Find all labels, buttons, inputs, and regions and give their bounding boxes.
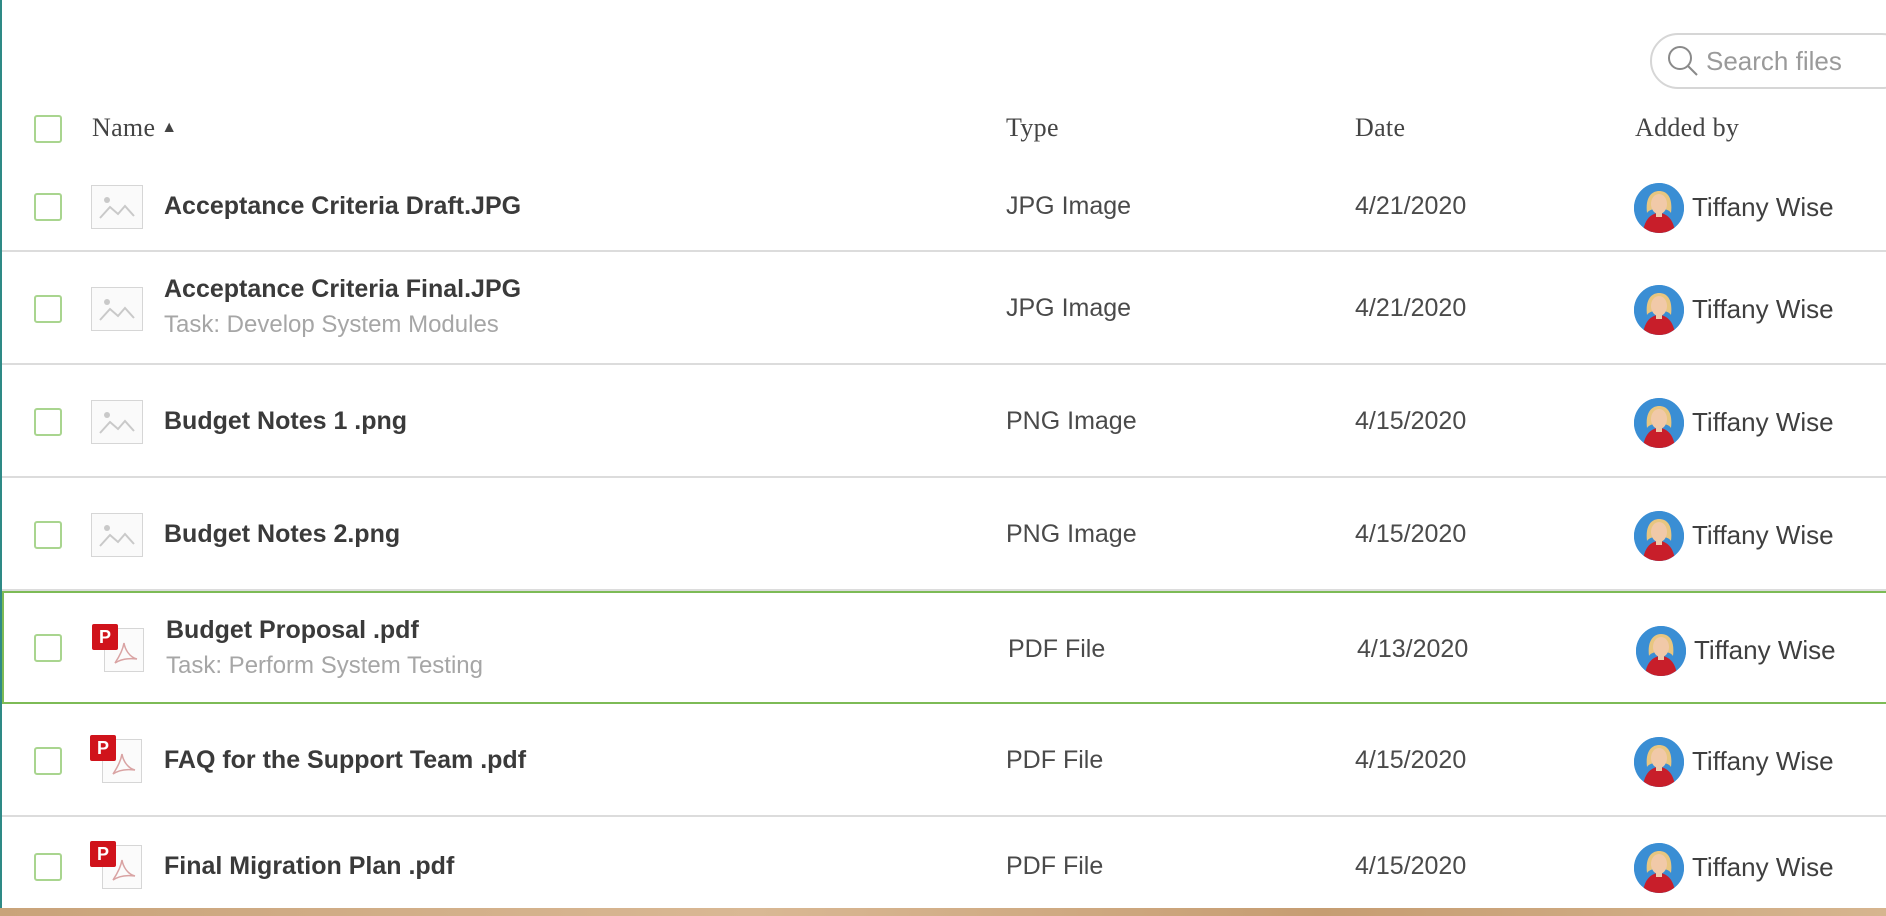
image-icon	[91, 185, 143, 229]
pdf-icon: P	[90, 841, 146, 891]
file-type: PNG Image	[1006, 519, 1137, 548]
file-date: 4/15/2020	[1355, 745, 1467, 774]
row-checkbox[interactable]	[34, 633, 62, 662]
added-by-user: Tiffany Wise	[1692, 519, 1834, 550]
row-checkbox[interactable]	[34, 193, 62, 221]
file-name-link[interactable]: Acceptance Criteria Draft.JPG	[164, 192, 521, 221]
file-type: PDF File	[1006, 852, 1104, 880]
avatar	[1634, 183, 1684, 233]
added-by-user: Tiffany Wise	[1692, 192, 1834, 222]
search-icon	[1668, 46, 1698, 76]
image-icon	[91, 399, 143, 444]
added-by-user: Tiffany Wise	[1694, 634, 1836, 665]
table-row[interactable]: P Final Migration Plan .pdf PDF File 4/15/2…	[2, 817, 1886, 908]
row-checkbox[interactable]	[34, 853, 62, 881]
image-icon	[91, 286, 143, 331]
file-type: PDF File	[1008, 634, 1106, 663]
file-type: JPG Image	[1006, 293, 1132, 322]
file-date: 4/21/2020	[1355, 293, 1467, 322]
row-checkbox[interactable]	[34, 746, 62, 775]
pdf-icon: P	[92, 623, 148, 674]
table-row[interactable]: P Budget Proposal .pdf Task: Perform Syste…	[2, 591, 1886, 704]
file-date: 4/13/2020	[1357, 634, 1469, 663]
added-by-column-header[interactable]: Added by	[1635, 113, 1739, 143]
file-type: PNG Image	[1006, 406, 1137, 435]
added-by-user: Tiffany Wise	[1692, 745, 1834, 776]
avatar	[1634, 736, 1684, 787]
file-name-link[interactable]: FAQ for the Support Team .pdf	[164, 746, 526, 775]
search-box[interactable]	[1650, 33, 1886, 89]
added-by-user: Tiffany Wise	[1692, 406, 1834, 437]
search-input[interactable]	[1704, 44, 1886, 78]
avatar	[1634, 397, 1684, 448]
file-date: 4/15/2020	[1355, 519, 1467, 548]
added-by-user: Tiffany Wise	[1692, 293, 1834, 324]
pdf-badge: P	[90, 841, 116, 867]
file-list-panel: Name ▲ Type Date Added by Acceptance Crit…	[0, 0, 1886, 908]
task-link[interactable]: Task: Perform System Testing	[166, 652, 483, 680]
file-name-link[interactable]: Budget Notes 1 .png	[164, 407, 407, 436]
avatar	[1634, 843, 1684, 893]
avatar	[1636, 625, 1686, 676]
row-checkbox[interactable]	[34, 294, 62, 323]
added-by-user: Tiffany Wise	[1692, 852, 1834, 882]
table-header: Name ▲ Type Date Added by	[2, 96, 1886, 162]
table-row[interactable]: Acceptance Criteria Final.JPG Task: Devel…	[2, 252, 1886, 365]
file-name-link[interactable]: Budget Notes 2.png	[164, 520, 400, 549]
name-column-header[interactable]: Name ▲	[92, 113, 177, 143]
row-checkbox[interactable]	[34, 520, 62, 549]
file-date: 4/15/2020	[1355, 852, 1467, 880]
table-row[interactable]: Acceptance Criteria Draft.JPG JPG Image 4/…	[2, 162, 1886, 252]
type-column-header[interactable]: Type	[1006, 113, 1059, 143]
table-row[interactable]: P FAQ for the Support Team .pdf PDF File 4/…	[2, 704, 1886, 817]
image-icon	[91, 512, 143, 557]
file-date: 4/15/2020	[1355, 406, 1467, 435]
file-type: PDF File	[1006, 745, 1104, 774]
select-all-checkbox[interactable]	[34, 115, 62, 143]
date-column-header[interactable]: Date	[1355, 113, 1405, 143]
file-name-link[interactable]: Final Migration Plan .pdf	[164, 852, 454, 881]
avatar	[1634, 284, 1684, 335]
file-name-link[interactable]: Acceptance Criteria Final.JPG	[164, 275, 521, 304]
pdf-icon: P	[90, 734, 146, 785]
table-row[interactable]: Budget Notes 1 .png PNG Image 4/15/2020 Tif…	[2, 365, 1886, 478]
table-row[interactable]: Budget Notes 2.png PNG Image 4/15/2020 Tiff…	[2, 478, 1886, 591]
name-header-label: Name	[92, 113, 156, 142]
file-date: 4/21/2020	[1355, 192, 1467, 220]
file-name-link[interactable]: Budget Proposal .pdf	[166, 616, 419, 645]
avatar	[1634, 510, 1684, 561]
sort-ascending-icon: ▲	[161, 119, 178, 136]
task-link[interactable]: Task: Develop System Modules	[164, 311, 499, 339]
pdf-badge: P	[92, 623, 118, 650]
pdf-badge: P	[90, 734, 116, 761]
row-checkbox[interactable]	[34, 407, 62, 436]
file-type: JPG Image	[1006, 192, 1132, 220]
